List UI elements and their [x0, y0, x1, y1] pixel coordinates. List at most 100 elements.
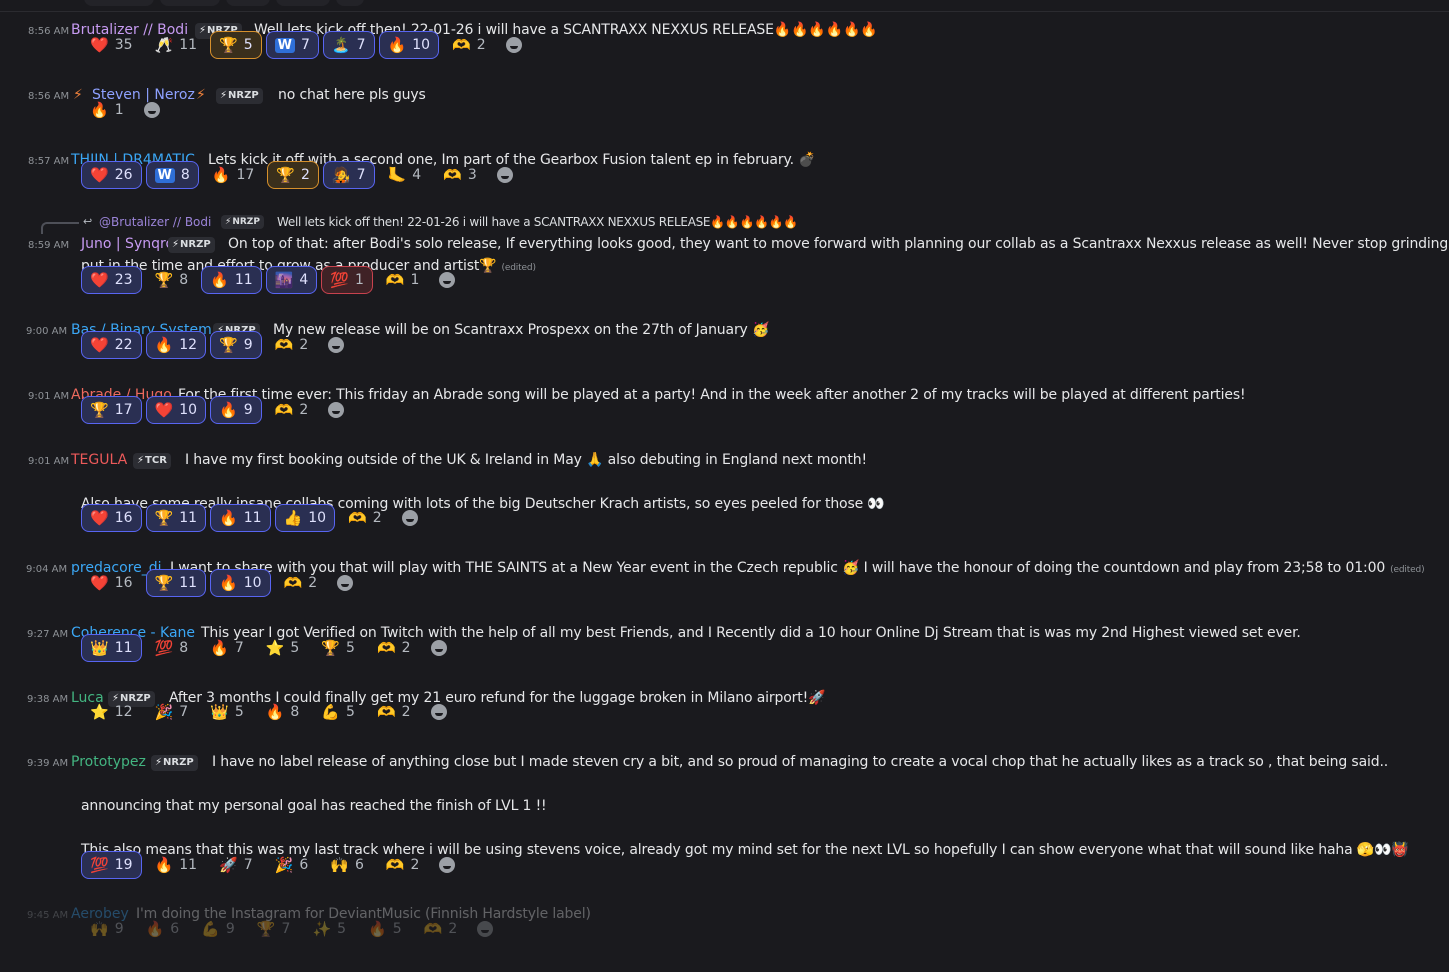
- reaction-pill[interactable]: 🏆 7: [248, 915, 300, 943]
- reaction-count: 8: [180, 167, 190, 183]
- smile-add-reaction-icon[interactable]: [137, 96, 167, 124]
- smile-add-reaction-icon[interactable]: [330, 569, 360, 597]
- reaction-pill[interactable]: 🏆 11: [145, 504, 207, 532]
- reaction-pill[interactable]: 🔥 8: [257, 698, 309, 726]
- reaction-pill[interactable]: 💯 19: [81, 851, 142, 879]
- reaction-pill[interactable]: 💪 5: [312, 698, 364, 726]
- reaction-pill[interactable]: 🧑‍🎤 7: [322, 161, 375, 189]
- reaction-pill[interactable]: 🔥 12: [145, 331, 207, 359]
- role-tag-label: TCR: [145, 455, 167, 466]
- reaction-pill[interactable]: 🏆 8: [146, 266, 198, 294]
- reaction-pill[interactable]: ❤️ 10: [145, 396, 207, 424]
- reaction-pill[interactable]: 🏆 2: [267, 161, 319, 189]
- reaction-pill[interactable]: 🫶 2: [266, 396, 318, 424]
- reaction-pill[interactable]: 🫶 2: [368, 634, 420, 662]
- reaction-emoji: 🏆: [154, 574, 174, 592]
- reaction-pill[interactable]: 🏆 17: [81, 396, 142, 424]
- reaction-emoji: 🔥: [210, 639, 229, 657]
- reaction-pill[interactable]: ❤️ 35: [81, 31, 142, 59]
- reaction-emoji: 🦶: [387, 166, 407, 184]
- reaction-count: 12: [114, 704, 133, 720]
- reply-author[interactable]: @Brutalizer // Bodi: [99, 215, 211, 229]
- reaction-pill[interactable]: 💯 1: [321, 266, 373, 294]
- reaction-pill[interactable]: 🫶 2: [275, 569, 327, 597]
- smile-add-reaction-icon[interactable]: [424, 634, 454, 662]
- reaction-pill[interactable]: 🔥 11: [201, 266, 262, 294]
- reaction-pill[interactable]: ❤️ 26: [81, 161, 142, 189]
- reaction-pill[interactable]: ❤️ 22: [81, 331, 142, 359]
- reaction-pill[interactable]: 👍 10: [274, 504, 336, 532]
- reaction-pill[interactable]: ❤️ 16: [81, 504, 142, 532]
- reaction-pill[interactable]: 🎉 7: [146, 698, 198, 726]
- reaction-pill[interactable]: 🔥 6: [137, 915, 189, 943]
- reaction-pill[interactable]: 🙌 6: [321, 851, 373, 879]
- reaction-count: 16: [114, 575, 133, 591]
- message-header: 8:59 AM Juno | Synqro ⚡NRZP On top of that:…: [0, 234, 1449, 256]
- reaction-pill[interactable]: 🏝️ 7: [322, 31, 375, 59]
- reaction-pill[interactable]: 🫶 2: [443, 31, 495, 59]
- smile-add-reaction-icon[interactable]: [499, 31, 529, 59]
- author-name[interactable]: TEGULA: [71, 452, 127, 468]
- reaction-pill[interactable]: 🦶 4: [379, 161, 431, 189]
- reaction-pill[interactable]: 🙌 9: [81, 915, 133, 943]
- reaction-pill[interactable]: 🔥 11: [210, 504, 271, 532]
- reaction-pill[interactable]: ❤️ 16: [81, 569, 142, 597]
- reaction-emoji: 🏝️: [331, 36, 351, 54]
- smile-add-reaction-icon[interactable]: [432, 851, 462, 879]
- author-name[interactable]: Prototypez: [71, 754, 146, 770]
- reaction-pill[interactable]: 🫶 3: [434, 161, 486, 189]
- smile-add-reaction-icon[interactable]: [321, 396, 351, 424]
- reaction-count: 5: [337, 921, 347, 937]
- smile-add-reaction-icon[interactable]: [395, 504, 425, 532]
- reaction-pill[interactable]: 🫶 1: [377, 266, 429, 294]
- reaction-pill[interactable]: 🎉 6: [266, 851, 318, 879]
- reaction-pill[interactable]: 🌆 4: [265, 266, 318, 294]
- reaction-pill[interactable]: 🔥 7: [201, 634, 253, 662]
- reaction-pill[interactable]: 🫶 2: [377, 851, 429, 879]
- reaction-pill[interactable]: ❤️ 23: [81, 266, 142, 294]
- reaction-emoji: 🫶: [452, 36, 471, 54]
- reaction-pill[interactable]: 🫶 2: [415, 915, 467, 943]
- reaction-pill[interactable]: 👑 5: [201, 698, 253, 726]
- reaction-pill[interactable]: 🚀 7: [210, 851, 262, 879]
- reaction-pill[interactable]: 🏆 5: [210, 31, 262, 59]
- reaction-pill[interactable]: 🔥 10: [378, 31, 440, 59]
- smile-add-reaction-icon[interactable]: [490, 161, 520, 189]
- reaction-pill[interactable]: 🔥 10: [210, 569, 271, 597]
- reaction-count: 1: [114, 102, 124, 118]
- reaction-pill[interactable]: 💯 8: [146, 634, 198, 662]
- role-tag-label: NRZP: [180, 239, 211, 250]
- reaction-pill[interactable]: 💪 9: [192, 915, 244, 943]
- author-name[interactable]: Juno | Synqro: [81, 236, 174, 252]
- reaction-pill[interactable]: ⭐ 12: [81, 698, 142, 726]
- reaction-emoji: 🙌: [330, 856, 349, 874]
- reaction-pill[interactable]: 🏆 9: [210, 331, 262, 359]
- reaction-pill[interactable]: 🔥 17: [203, 161, 264, 189]
- reaction-pill[interactable]: W8: [145, 161, 199, 189]
- reaction-pill[interactable]: 🥂 11: [146, 31, 207, 59]
- reaction-pill[interactable]: 🫶 2: [266, 331, 318, 359]
- reaction-emoji: ❤️: [154, 401, 174, 419]
- reaction-pill[interactable]: W7: [265, 31, 319, 59]
- reaction-pill[interactable]: 🫶 2: [339, 504, 391, 532]
- smile-add-reaction-icon[interactable]: [470, 915, 500, 943]
- smile-add-reaction-icon[interactable]: [321, 331, 351, 359]
- reaction-emoji: ❤️: [90, 336, 109, 354]
- reaction-count: 19: [114, 857, 133, 873]
- reaction-pill[interactable]: 🔥 9: [210, 396, 262, 424]
- reaction-pill[interactable]: 🔥 5: [359, 915, 411, 943]
- reaction-pill[interactable]: 🔥 1: [81, 96, 133, 124]
- reaction-pill[interactable]: 🏆 11: [145, 569, 207, 597]
- reaction-pill[interactable]: ⭐ 5: [257, 634, 309, 662]
- timestamp: 9:04 AM: [26, 564, 68, 575]
- reaction-pill[interactable]: ✨ 5: [303, 915, 355, 943]
- reaction-count: 7: [281, 921, 291, 937]
- reaction-pill[interactable]: 👑 11: [81, 634, 142, 662]
- message-text: I have no label release of anything clos…: [212, 754, 1389, 770]
- smile-add-reaction-icon[interactable]: [424, 698, 454, 726]
- reaction-pill[interactable]: 🏆 5: [312, 634, 364, 662]
- smile-add-reaction-icon[interactable]: [432, 266, 462, 294]
- reaction-count: 2: [299, 337, 309, 353]
- reaction-pill[interactable]: 🫶 2: [368, 698, 420, 726]
- reaction-pill[interactable]: 🔥 11: [146, 851, 207, 879]
